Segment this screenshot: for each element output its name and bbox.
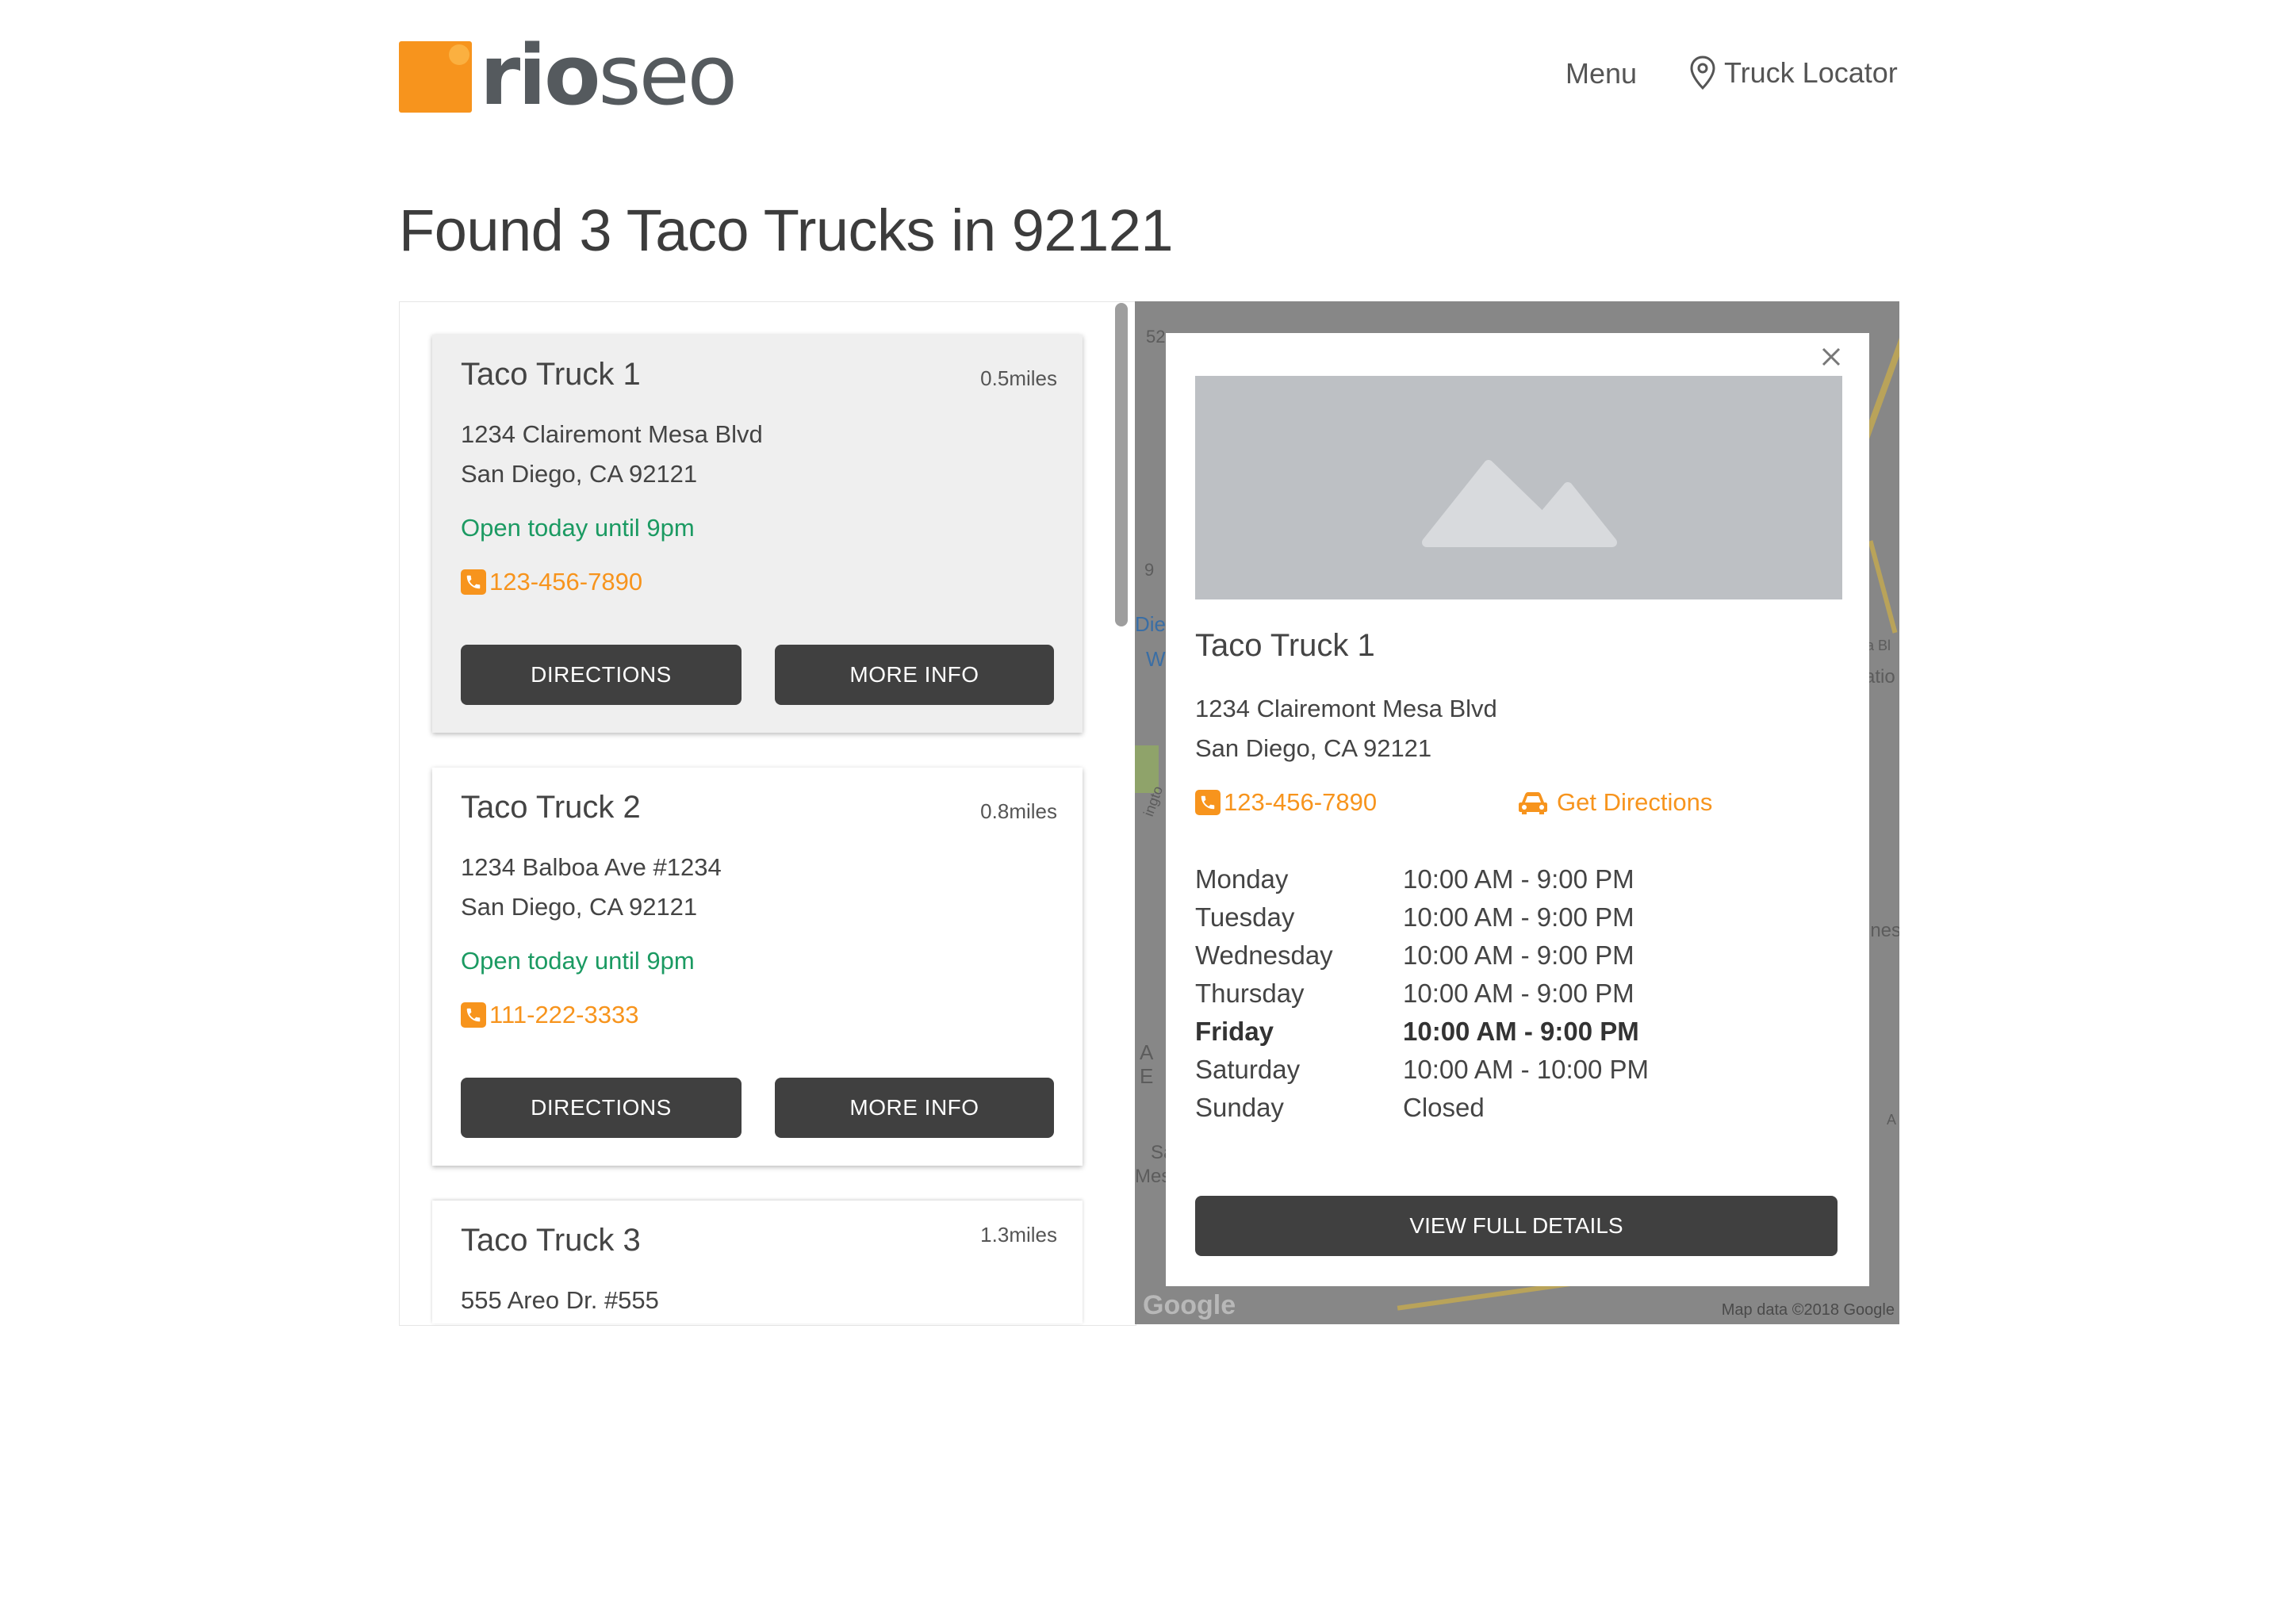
result-address-line1: 1234 Balboa Ave #1234 (461, 853, 722, 881)
map-label: a Bl (1866, 638, 1891, 653)
popup-phone-number: 123-456-7890 (1224, 788, 1378, 816)
hours-row-monday: Monday 10:00 AM - 9:00 PM (1195, 864, 1634, 894)
map-label: ines (1866, 920, 1899, 941)
map-attribution[interactable]: Map data ©2018 Google (1722, 1301, 1895, 1320)
result-address-line2: San Diego, CA 92121 (461, 893, 698, 921)
map-label: 9 (1144, 560, 1155, 580)
result-name[interactable]: Taco Truck 3 (461, 1223, 641, 1258)
google-logo: Google (1143, 1290, 1236, 1320)
close-icon[interactable] (1815, 341, 1847, 373)
map-road (1868, 540, 1898, 634)
result-distance: 0.5miles (980, 366, 1057, 390)
result-phone-number: 111-222-3333 (489, 1001, 639, 1028)
map-label: W (1146, 647, 1166, 671)
phone-icon (1195, 790, 1221, 815)
result-name[interactable]: Taco Truck 2 (461, 790, 641, 825)
result-open-status: Open today until 9pm (461, 514, 695, 542)
rioseo-logo[interactable]: rioseo (399, 27, 738, 124)
phone-icon (461, 569, 486, 595)
hours-row-friday-today: Friday 10:00 AM - 9:00 PM (1195, 1017, 1639, 1046)
hours-row-wednesday: Wednesday 10:00 AM - 9:00 PM (1195, 940, 1634, 970)
more-info-button[interactable]: MORE INFO (775, 1078, 1054, 1138)
more-info-button[interactable]: MORE INFO (775, 645, 1054, 705)
result-distance: 1.3miles (980, 1223, 1057, 1247)
location-detail-popup: Taco Truck 1 1234 Clairemont Mesa Blvd S… (1166, 333, 1869, 1286)
directions-button[interactable]: DIRECTIONS (461, 645, 742, 705)
view-full-details-button[interactable]: VIEW FULL DETAILS (1195, 1196, 1838, 1256)
image-placeholder-icon (1422, 460, 1617, 547)
result-card-1[interactable]: Taco Truck 1 0.5miles 1234 Clairemont Me… (432, 335, 1083, 733)
nav-truck-locator-link[interactable]: Truck Locator (1689, 56, 1898, 90)
hours-row-thursday: Thursday 10:00 AM - 9:00 PM (1195, 979, 1634, 1008)
map-label: A (1887, 1112, 1897, 1128)
popup-location-name: Taco Truck 1 (1195, 628, 1375, 663)
result-address-line1: 1234 Clairemont Mesa Blvd (461, 420, 763, 448)
result-phone-link[interactable]: 111-222-3333 (461, 1001, 638, 1029)
phone-icon (461, 1002, 486, 1028)
popup-address-line1: 1234 Clairemont Mesa Blvd (1195, 695, 1497, 722)
result-card-3[interactable]: Taco Truck 3 1.3miles 555 Areo Dr. #555 (432, 1201, 1083, 1323)
hours-row-sunday: Sunday Closed (1195, 1093, 1485, 1122)
map-label: 52 (1146, 327, 1166, 347)
result-phone-number: 123-456-7890 (489, 568, 643, 596)
result-card-2[interactable]: Taco Truck 2 0.8miles 1234 Balboa Ave #1… (432, 768, 1083, 1166)
hours-row-saturday: Saturday 10:00 AM - 10:00 PM (1195, 1055, 1650, 1084)
logo-square-mark (399, 41, 472, 113)
get-directions-link[interactable]: Get Directions (1517, 788, 1712, 817)
page-title: Found 3 Taco Trucks in 92121 (399, 197, 1174, 263)
result-phone-link[interactable]: 123-456-7890 (461, 568, 642, 596)
logo-dot (449, 44, 469, 65)
logo-wordmark: rioseo (480, 27, 738, 124)
result-open-status: Open today until 9pm (461, 947, 695, 975)
result-address-line1: 555 Areo Dr. #555 (461, 1286, 659, 1314)
nav-menu-link[interactable]: Menu (1565, 57, 1637, 90)
location-pin-icon (1690, 56, 1715, 90)
directions-button[interactable]: DIRECTIONS (461, 1078, 742, 1138)
hours-row-tuesday: Tuesday 10:00 AM - 9:00 PM (1195, 902, 1634, 932)
result-name[interactable]: Taco Truck 1 (461, 357, 641, 393)
get-directions-label: Get Directions (1557, 788, 1713, 816)
location-photo-placeholder (1195, 376, 1842, 599)
result-distance: 0.8miles (980, 799, 1057, 823)
nav-truck-locator-label: Truck Locator (1724, 56, 1898, 89)
popup-phone-link[interactable]: 123-456-7890 (1195, 788, 1377, 817)
result-address-line2: San Diego, CA 92121 (461, 460, 698, 488)
results-scrollbar[interactable] (1115, 303, 1128, 626)
popup-address-line2: San Diego, CA 92121 (1195, 734, 1432, 762)
car-icon (1519, 792, 1547, 814)
